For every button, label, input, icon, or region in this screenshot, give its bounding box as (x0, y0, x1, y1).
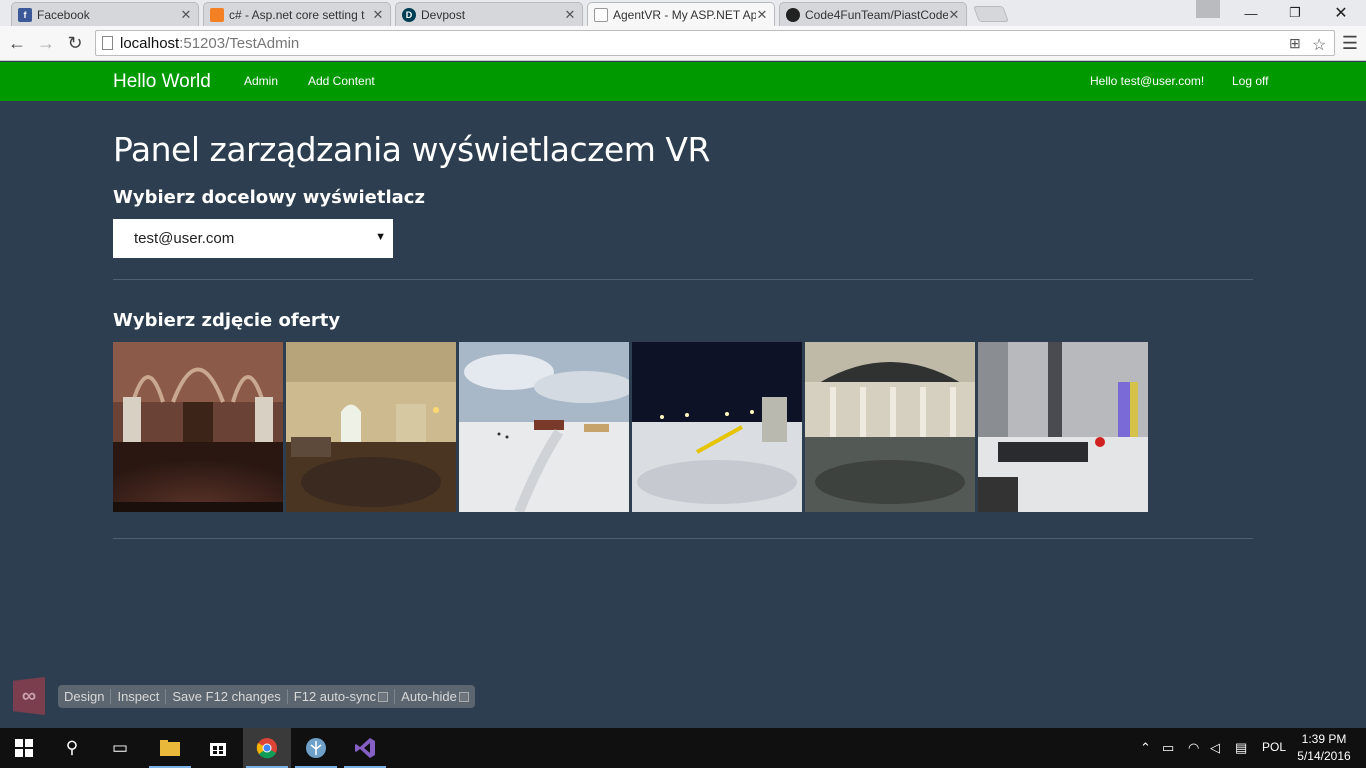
auto-hide-toggle[interactable]: Auto-hide (395, 689, 475, 704)
visual-studio-taskbar-icon[interactable] (341, 728, 389, 768)
file-explorer-icon[interactable] (146, 728, 194, 768)
offer-heading: Wybierz zdjęcie oferty (113, 310, 341, 331)
visual-studio-icon[interactable]: ∞ (13, 677, 45, 715)
photo-church-interior[interactable] (113, 342, 283, 512)
battery-icon[interactable]: ▭ (1162, 740, 1174, 756)
inspect-button[interactable]: Inspect (111, 689, 167, 704)
search-icon[interactable]: ⚲ (48, 728, 96, 768)
browser-tab-strip: f Facebook ✕ c# - Asp.net core setting t… (0, 0, 1366, 27)
design-button[interactable]: Design (58, 689, 112, 704)
app-icon[interactable] (292, 728, 340, 768)
nav-link-add-content[interactable]: Add Content (308, 74, 375, 88)
windows-taskbar: ⚲ ▭ ⌃ ▭ ◠ ◁ ▤ POL 1:39 PM 5/14/2016 (0, 728, 1366, 768)
reload-icon[interactable]: ↻ (63, 31, 87, 55)
address-path: :51203/TestAdmin (179, 34, 300, 52)
photo-ski-slope-night[interactable] (632, 342, 802, 512)
caret-down-icon: ▼ (375, 231, 386, 243)
forward-icon[interactable]: → (34, 31, 58, 55)
translate-icon[interactable]: ⊞ (1289, 35, 1301, 52)
close-tab-icon[interactable]: ✕ (564, 7, 576, 23)
minimize-icon[interactable]: — (1228, 0, 1274, 26)
photo-living-room[interactable] (286, 342, 456, 512)
restore-icon[interactable]: ❐ (1272, 0, 1318, 26)
close-tab-icon[interactable]: ✕ (180, 7, 192, 23)
photo-palace-hall[interactable] (805, 342, 975, 512)
browser-toolbar: ← → ↻ localhost:51203/TestAdmin ⊞ ☆ ☰ (0, 26, 1366, 61)
tab-facebook[interactable]: f Facebook ✕ (11, 2, 199, 26)
address-host: localhost (120, 34, 180, 52)
page-icon (594, 8, 608, 22)
user-greeting-link[interactable]: Hello test@user.com! (1090, 74, 1204, 88)
input-language-indicator[interactable]: POL (1262, 740, 1286, 754)
checkbox[interactable] (458, 691, 469, 702)
tab-title: AgentVR - My ASP.NET Ap (613, 8, 756, 22)
tab-github[interactable]: Code4FunTeam/PiastCode ✕ (779, 2, 967, 26)
github-icon (786, 7, 800, 22)
show-hidden-icons-icon[interactable]: ⌃ (1140, 740, 1151, 756)
save-f12-changes-button[interactable]: Save F12 changes (166, 689, 288, 704)
checkbox[interactable] (378, 691, 389, 702)
facebook-icon: f (18, 7, 32, 22)
tab-stackoverflow[interactable]: c# - Asp.net core setting t ✕ (203, 2, 391, 26)
system-clock[interactable]: 1:39 PM 5/14/2016 (1294, 731, 1354, 765)
menu-icon[interactable]: ☰ (1338, 31, 1362, 55)
offer-photo-gallery (113, 342, 1148, 512)
tab-devpost[interactable]: D Devpost ✕ (395, 2, 583, 26)
display-select-value: test@user.com (134, 230, 235, 247)
auto-hide-label: Auto-hide (401, 689, 457, 704)
wifi-icon[interactable]: ◠ (1188, 740, 1199, 756)
action-center-icon[interactable]: ▤ (1235, 740, 1247, 756)
tab-title: Facebook (37, 7, 90, 22)
close-tab-icon[interactable]: ✕ (756, 7, 768, 23)
tab-agentvr[interactable]: AgentVR - My ASP.NET Ap ✕ (587, 2, 775, 27)
browser-link-toolbar: Design Inspect Save F12 changes F12 auto… (58, 685, 475, 708)
tab-title: Code4FunTeam/PiastCode (805, 7, 948, 22)
volume-icon[interactable]: ◁ (1210, 740, 1220, 756)
close-window-icon[interactable]: ✕ (1318, 0, 1364, 26)
divider (113, 538, 1253, 539)
windows-start-icon[interactable] (0, 728, 48, 768)
display-select[interactable]: test@user.com ▼ (113, 219, 393, 258)
page-info-icon[interactable] (102, 36, 113, 50)
clock-time: 1:39 PM (1301, 732, 1347, 746)
photo-ski-slope-day[interactable] (459, 342, 629, 512)
display-heading: Wybierz docelowy wyświetlacz (113, 187, 425, 208)
task-view-icon[interactable]: ▭ (96, 728, 144, 768)
divider (113, 279, 1253, 280)
site-navbar: Hello World Admin Add Content Hello test… (0, 62, 1366, 101)
address-bar[interactable]: localhost:51203/TestAdmin ⊞ ☆ (95, 30, 1335, 56)
close-tab-icon[interactable]: ✕ (372, 7, 384, 23)
logoff-link[interactable]: Log off (1232, 74, 1268, 88)
devpost-icon: D (402, 7, 416, 22)
chrome-icon[interactable] (243, 728, 291, 768)
profile-button[interactable] (1196, 0, 1220, 18)
close-tab-icon[interactable]: ✕ (948, 7, 960, 23)
bookmark-star-icon[interactable]: ☆ (1312, 35, 1326, 55)
tab-title: Devpost (421, 7, 466, 22)
nav-link-admin[interactable]: Admin (244, 74, 278, 88)
f12-auto-sync-label: F12 auto-sync (293, 689, 377, 704)
photo-atrium-event[interactable] (978, 342, 1148, 512)
stackoverflow-icon (210, 7, 224, 22)
tab-title: c# - Asp.net core setting t (229, 7, 365, 22)
f12-auto-sync-toggle[interactable]: F12 auto-sync (288, 689, 396, 704)
back-icon[interactable]: ← (5, 31, 29, 55)
clock-date: 5/14/2016 (1297, 749, 1351, 763)
page-title: Panel zarządzania wyświetlaczem VR (113, 130, 710, 169)
store-icon[interactable] (194, 728, 242, 768)
brand-link[interactable]: Hello World (113, 71, 211, 93)
new-tab-button[interactable] (973, 6, 1009, 22)
